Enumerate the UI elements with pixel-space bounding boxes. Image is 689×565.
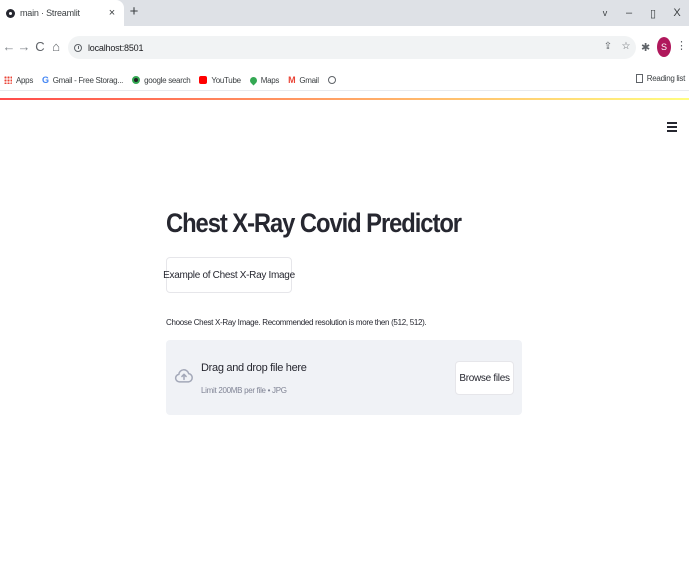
tab-title: main · Streamlit [20,8,80,18]
bookmark-apps[interactable]: Apps [4,76,33,85]
globe-icon [327,76,336,84]
window-controls: v – ▯ X [593,0,689,26]
bookmark-youtube[interactable]: YouTube [199,76,241,85]
browser-toolbar: ← → C ⌂ localhost:8501 ⇪ ☆ ✱ [0,26,689,70]
hamburger-menu-icon[interactable] [667,122,677,132]
browser-menu-icon[interactable]: ⋮ [676,39,687,52]
example-xray-button[interactable]: Example of Chest X-Ray Image [163,257,295,293]
file-dropzone[interactable]: Drag and drop file here Limit 200MB per … [166,340,522,415]
google-icon: G [42,75,49,85]
restore-button[interactable]: ▯ [641,7,665,20]
dropzone-limit-text: Limit 200MB per file • JPG [201,386,287,395]
page-title: Chest X-Ray Covid Predictor [166,208,462,238]
extensions-puzzle-icon[interactable]: ✱ [641,41,650,54]
tab-main-streamlit[interactable]: main · Streamlit × [0,0,124,26]
bookmark-maps[interactable]: Maps [248,75,279,85]
bookmark-globe[interactable] [327,76,340,84]
apps-grid-icon [4,76,12,84]
reading-list-icon [635,74,643,83]
streamlit-favicon-icon [6,8,15,18]
url-text[interactable]: localhost:8501 [88,43,143,53]
home-button[interactable]: ⌂ [49,37,63,57]
streamlit-decoration-bar [0,98,689,100]
close-window-button[interactable]: X [665,7,689,19]
browser-tab-strip: main · Streamlit × + v – ▯ X [0,0,689,26]
bookmark-star-icon[interactable]: ☆ [620,40,632,54]
search-icon [132,76,141,84]
reload-button[interactable]: C [33,37,47,57]
bookmark-gmail-free-storage[interactable]: G Gmail - Free Storag... [42,75,123,85]
reading-list-button[interactable]: Reading list [635,74,685,83]
bookmark-gmail[interactable]: M Gmail [288,75,319,85]
tab-close-icon[interactable]: × [104,7,120,19]
uploader-label: Choose Chest X-Ray Image. Recommended re… [166,318,427,327]
bookmark-google-search[interactable]: google search [132,76,191,85]
back-button[interactable]: ← [2,37,16,57]
dropzone-instructions: Drag and drop file here [201,362,307,374]
forward-button[interactable]: → [17,37,31,57]
gmail-icon: M [288,75,296,85]
bookmarks-bar: Apps G Gmail - Free Storag... google sear… [0,70,689,91]
youtube-icon [199,76,208,84]
tab-search-chevron-icon[interactable]: v [593,8,617,18]
maps-pin-icon [248,75,259,85]
browse-files-button[interactable]: Browse files [455,361,514,395]
new-tab-button[interactable]: + [126,3,142,21]
share-icon[interactable]: ⇪ [602,40,614,54]
minimize-button[interactable]: – [617,7,641,19]
cloud-upload-icon [174,369,193,383]
address-bar[interactable]: localhost:8501 ⇪ ☆ [68,36,636,59]
site-info-icon[interactable] [74,43,82,52]
profile-avatar[interactable]: S [657,37,671,57]
